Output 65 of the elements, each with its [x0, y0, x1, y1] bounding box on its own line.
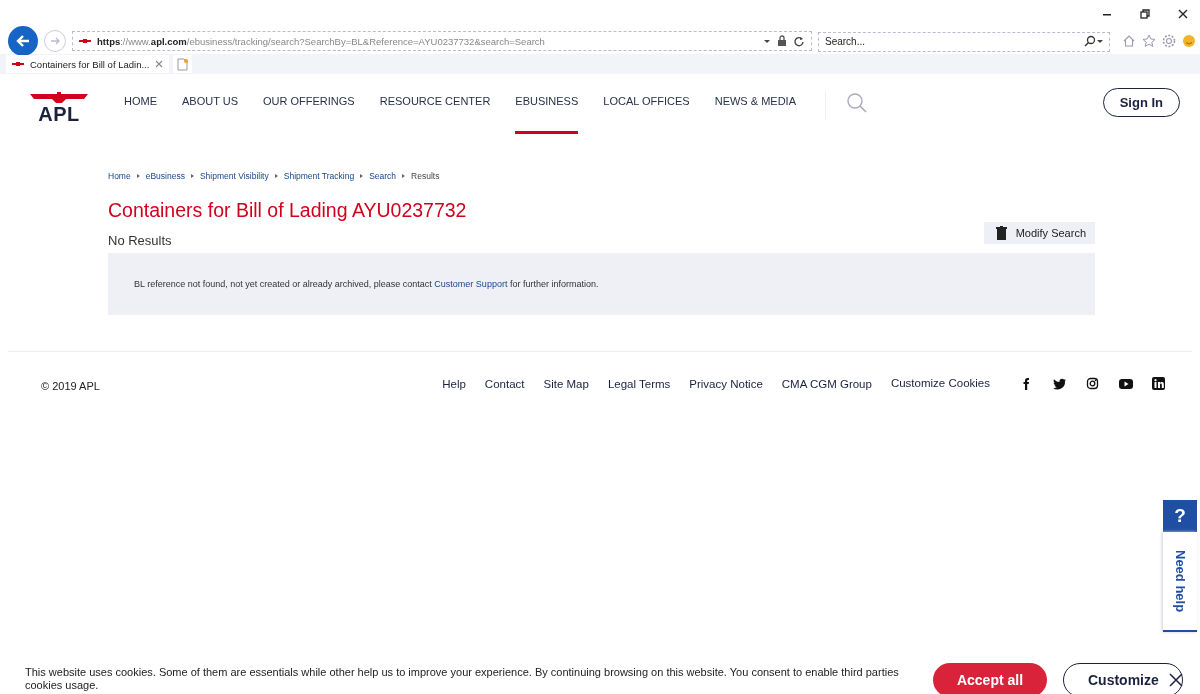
footer-link[interactable]: Site Map: [543, 378, 589, 390]
star-icon: [1142, 34, 1156, 48]
close-icon: [155, 60, 164, 68]
customize-button[interactable]: Customize: [1063, 663, 1183, 694]
eagle-wings-icon: [30, 92, 88, 104]
new-tab-icon: [176, 57, 190, 71]
info-message: BL reference not found, not yet created or already archived, please contact Customer Support for further information.: [134, 279, 599, 289]
close-icon: [1178, 9, 1188, 19]
chevron-icon: [135, 173, 141, 179]
footer-link[interactable]: Privacy Notice: [689, 378, 763, 390]
accept-all-button[interactable]: Accept all: [933, 663, 1047, 694]
cookie-notice: This website uses cookies. Some of them are essentials while other help us to improve your experience. By continuing browsing on this website. You consent to enable third parties cookies usage.: [25, 665, 900, 692]
nav-item[interactable]: LOCAL OFFICES: [603, 92, 690, 134]
linkedin-icon[interactable]: [1152, 377, 1166, 391]
nav-item[interactable]: OUR OFFERINGS: [263, 92, 355, 134]
dropdown-icon: [763, 37, 771, 45]
footer-link[interactable]: CMA CGM Group: [781, 378, 872, 390]
logo-text: APL: [38, 104, 80, 124]
trash-icon: [995, 226, 1007, 240]
address-bar[interactable]: https://www.apl.com/ebusiness/tracking/search?SearchBy=BL&Reference=AYU0237732&search=Search: [72, 31, 812, 51]
breadcrumb-link[interactable]: Home: [108, 171, 131, 181]
settings-icon: [1162, 34, 1176, 48]
footer-link[interactable]: Contact: [484, 378, 525, 390]
chevron-icon: [189, 173, 195, 179]
dropdown-icon: [1096, 37, 1104, 45]
breadcrumb-link[interactable]: Shipment Visibility: [199, 171, 269, 181]
lock-icon: [777, 35, 787, 47]
chevron-icon: [401, 173, 407, 179]
instagram-icon[interactable]: [1086, 377, 1100, 391]
page-title: Containers for Bill of Lading AYU0237732: [108, 199, 468, 222]
chevron-icon: [359, 173, 365, 179]
nav-item[interactable]: ABOUT US: [182, 92, 239, 134]
sign-in-button[interactable]: Sign In: [1102, 88, 1180, 117]
search-icon: [1084, 35, 1096, 47]
site-favicon-icon: [12, 60, 24, 68]
footer-link[interactable]: Customize Cookies: [890, 376, 990, 389]
breadcrumb-link[interactable]: eBusiness: [145, 171, 185, 181]
result-status: No Results: [108, 233, 172, 248]
nav-item[interactable]: NEWS & MEDIA: [714, 92, 796, 134]
breadcrumb-link[interactable]: Shipment Tracking: [283, 171, 355, 181]
support-link[interactable]: Customer Support: [434, 279, 508, 289]
nav-item[interactable]: RESOURCE CENTER: [379, 92, 491, 134]
copyright-text: © 2019 APL: [41, 379, 101, 392]
home-icon: [1122, 34, 1136, 48]
restore-icon: [1140, 9, 1150, 19]
site-favicon-icon: [79, 37, 91, 45]
help-button[interactable]: ?: [1163, 500, 1197, 532]
modify-search-button[interactable]: Modify Search: [983, 222, 1095, 244]
close-icon[interactable]: [1169, 673, 1183, 687]
url-text: https://www.apl.com/ebusiness/tracking/search?SearchBy=BL&Reference=AYU0237732&search=Search: [97, 35, 546, 47]
chevron-icon: [273, 173, 279, 179]
nav-item[interactable]: EBUSINESS: [515, 92, 579, 134]
refresh-icon: [793, 35, 805, 47]
breadcrumb-current: Results: [411, 171, 440, 181]
footer-link[interactable]: Legal Terms: [607, 378, 671, 390]
search-field[interactable]: Search...: [818, 31, 1110, 52]
footer-link[interactable]: Help: [442, 378, 466, 390]
smiley-icon: [1182, 34, 1196, 48]
back-button[interactable]: [8, 26, 38, 56]
nav-item[interactable]: HOME: [124, 92, 157, 134]
need-help-tab[interactable]: Need help: [1163, 532, 1197, 632]
breadcrumb-link[interactable]: Search: [369, 171, 397, 181]
browser-tab[interactable]: Containers for Bill of Ladin...: [6, 55, 170, 73]
play-icon[interactable]: [1119, 377, 1133, 391]
bird-icon[interactable]: [1053, 377, 1067, 391]
